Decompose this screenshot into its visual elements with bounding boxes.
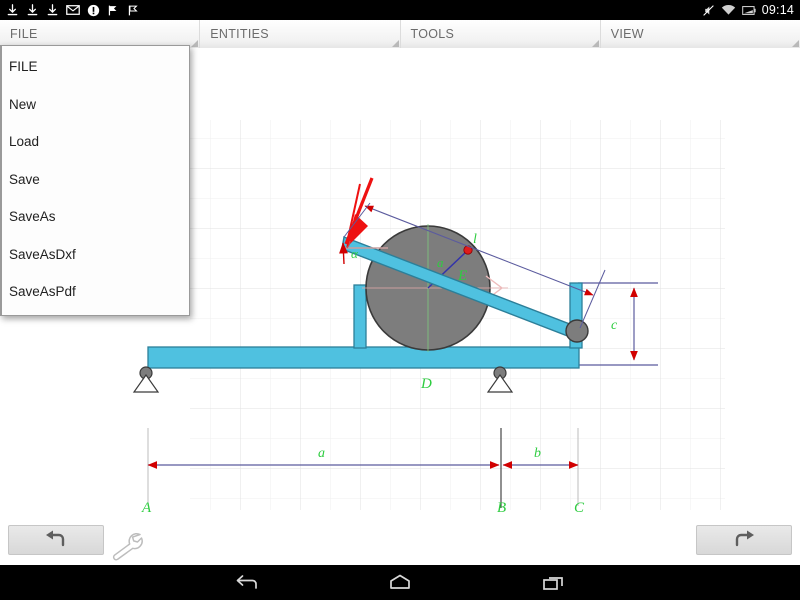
battery-icon (741, 5, 756, 16)
tab-view-label: VIEW (610, 27, 644, 41)
menu-item-label: FILE (9, 59, 38, 75)
menu-item-label: SaveAsDxf (9, 246, 76, 262)
label-height-c: c (611, 318, 618, 333)
file-dropdown-menu[interactable]: FILE New Load Save SaveAs SaveAsDxf Save… (0, 45, 190, 316)
menu-item-label: SaveAsPdf (9, 284, 76, 300)
label-beam-D: D (420, 376, 432, 392)
mute-icon (702, 4, 715, 17)
tab-file[interactable]: FILE (0, 20, 201, 48)
redo-button[interactable] (696, 525, 792, 555)
nav-back-button[interactable] (229, 571, 263, 595)
mail-icon (66, 4, 80, 16)
menu-item-label: SaveAs (9, 209, 56, 225)
android-status-bar: 09:14 (0, 0, 800, 20)
download-icon (6, 3, 19, 17)
label-radius-a: a (437, 255, 444, 270)
bottom-toolbar (0, 515, 800, 565)
flag-outline-icon (127, 4, 140, 17)
lower-beam[interactable] (147, 346, 580, 369)
tab-entities[interactable]: ENTITIES (200, 20, 401, 48)
recents-icon (543, 576, 563, 590)
label-point-A: A (141, 500, 152, 515)
menu-item-saveasdxf[interactable]: SaveAsDxf (0, 236, 189, 274)
alert-icon (87, 4, 100, 17)
label-point-C: C (574, 500, 585, 515)
menu-item-label: Save (9, 171, 40, 187)
label-point-B: B (497, 500, 506, 515)
pivot-joint[interactable] (565, 319, 589, 343)
wrench-icon (112, 533, 143, 561)
back-icon (236, 574, 257, 589)
nav-home-button[interactable] (383, 571, 417, 595)
menu-item-saveaspdf[interactable]: SaveAsPdf (0, 273, 189, 311)
settings-wrench-button[interactable] (110, 531, 144, 561)
label-dim-a: a (318, 446, 325, 461)
app-root: 09:14 FILE ENTITIES TOOLS VIEW a α l E D… (0, 0, 800, 600)
tab-corner-indicator (792, 40, 799, 47)
menu-item-load[interactable]: Load (0, 123, 189, 161)
status-notification-icons (6, 3, 140, 17)
tab-tools-label: TOOLS (410, 27, 455, 41)
label-angle-alpha: α (351, 246, 359, 261)
menu-item-save[interactable]: Save (0, 161, 189, 199)
status-system-icons: 09:14 (702, 3, 794, 17)
download-icon (26, 3, 39, 17)
tab-corner-indicator (591, 40, 599, 47)
download-icon (46, 3, 59, 17)
tab-entities-label: ENTITIES (210, 27, 269, 41)
tab-corner-indicator (391, 40, 399, 47)
menu-item-new[interactable]: New (0, 86, 189, 124)
pin-support-left[interactable] (132, 366, 160, 393)
menu-left-rail (0, 46, 2, 315)
menu-item-file[interactable]: FILE (0, 48, 189, 86)
home-icon (390, 574, 410, 589)
left-post[interactable] (353, 284, 367, 349)
redo-arrow-icon (735, 530, 754, 547)
undo-arrow-icon (46, 530, 65, 547)
label-length-l: l (473, 232, 477, 247)
wifi-icon (721, 4, 736, 16)
menu-item-label: Load (9, 134, 40, 150)
label-beam-E: E (457, 268, 467, 284)
label-dim-b: b (534, 446, 541, 461)
flag-icon (107, 4, 120, 17)
undo-button[interactable] (8, 525, 104, 555)
menu-item-label: New (9, 96, 37, 112)
nav-recents-button[interactable] (537, 571, 571, 595)
tab-file-label: FILE (10, 27, 38, 41)
tab-tools[interactable]: TOOLS (401, 20, 601, 48)
android-nav-bar (0, 565, 800, 600)
menu-item-saveas[interactable]: SaveAs (0, 198, 189, 236)
tab-corner-indicator (191, 40, 199, 47)
status-clock: 09:14 (761, 3, 794, 17)
tab-view[interactable]: VIEW (601, 20, 800, 48)
